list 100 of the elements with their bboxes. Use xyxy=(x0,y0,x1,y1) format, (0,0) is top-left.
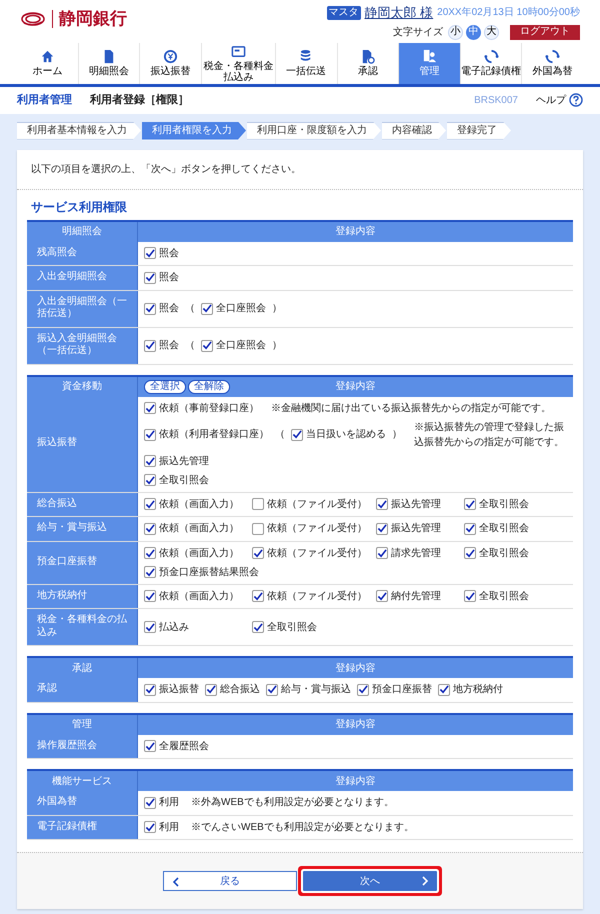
checkbox[interactable] xyxy=(376,522,388,535)
row-label: 操作履歴照会 xyxy=(27,734,137,758)
user-board-icon xyxy=(422,49,437,64)
nav-tab[interactable]: 税金・各種料金払込み xyxy=(200,42,275,84)
font-size-button[interactable]: 小 xyxy=(448,24,463,40)
row-label: 総合振込 xyxy=(27,492,137,516)
note-text: ※振込振替先の管理で登録した振込振替先からの指定が可能です。 xyxy=(414,420,565,450)
checkbox[interactable] xyxy=(252,498,264,510)
nav-tab[interactable]: 明細照会 xyxy=(78,42,140,84)
checkbox[interactable] xyxy=(144,272,156,284)
progress-step: 利用者基本情報を入力 xyxy=(17,122,141,140)
checkbox-label: 照会 xyxy=(159,246,179,261)
checkbox-label: 全取引照会 xyxy=(267,620,317,634)
checkbox-label: 全取引照会 xyxy=(479,522,529,536)
table-header: 登録内容 xyxy=(336,224,376,239)
checkbox[interactable] xyxy=(144,340,156,352)
checkbox[interactable] xyxy=(144,522,156,535)
checkbox-label: 依頼（画面入力） xyxy=(159,498,239,512)
checkbox[interactable] xyxy=(144,474,156,486)
font-size-button[interactable]: 大 xyxy=(484,24,499,40)
checkbox[interactable] xyxy=(144,247,156,260)
parenthesis-text: ） xyxy=(392,428,402,442)
next-button[interactable]: 次へ xyxy=(303,871,437,891)
checkbox[interactable] xyxy=(201,340,213,352)
select-all-button[interactable]: 全解除 xyxy=(188,380,230,394)
checkbox[interactable] xyxy=(205,684,217,696)
home-icon xyxy=(40,49,55,64)
checkbox[interactable] xyxy=(144,590,156,602)
checkbox-label: 利用 xyxy=(159,796,179,810)
circular-arrows-icon xyxy=(545,49,560,64)
checkbox-label: 依頼（ファイル受付） xyxy=(267,522,367,536)
checkbox[interactable] xyxy=(144,302,156,314)
nav-tab[interactable]: 振込振替 xyxy=(139,42,201,84)
checkbox-label: 振込先管理 xyxy=(159,454,209,468)
back-button[interactable]: 戻る xyxy=(163,871,297,891)
checkbox[interactable] xyxy=(144,547,156,559)
help-link[interactable]: ヘルプ xyxy=(536,92,583,108)
checkbox-label: 照会 xyxy=(159,302,179,316)
row-label: 承認 xyxy=(27,678,137,702)
checkbox[interactable] xyxy=(144,796,156,809)
checkbox-label: 依頼（ファイル受付） xyxy=(267,590,367,604)
checkbox[interactable] xyxy=(144,740,156,752)
checkbox-label: 依頼（ファイル受付） xyxy=(267,546,367,560)
row-label: 預金口座振替 xyxy=(27,542,137,584)
note-text: ※金融機関に届け出ている振込振替先からの指定が可能です。 xyxy=(271,402,552,416)
checkbox[interactable] xyxy=(144,402,156,414)
table-header: 機能サービス xyxy=(27,771,137,791)
checkbox-label: 利用 xyxy=(159,820,179,835)
checkbox-label: 依頼（画面入力） xyxy=(159,590,239,604)
nav-tab[interactable]: ホーム xyxy=(17,42,78,84)
row-label: 入出金明細照会（一括伝送） xyxy=(27,290,137,326)
checkbox[interactable] xyxy=(464,547,476,559)
checkbox[interactable] xyxy=(266,684,278,696)
checkbox[interactable] xyxy=(144,498,156,510)
checkbox[interactable] xyxy=(376,498,388,510)
checkbox[interactable] xyxy=(376,590,388,602)
checkbox[interactable] xyxy=(291,428,303,440)
checkbox[interactable] xyxy=(144,821,156,834)
master-badge: マスタ xyxy=(326,6,361,20)
checkbox[interactable] xyxy=(438,684,450,696)
checkbox[interactable] xyxy=(201,302,213,314)
select-all-button[interactable]: 全選択 xyxy=(144,380,186,394)
checkbox[interactable] xyxy=(252,522,264,535)
checkbox[interactable] xyxy=(252,547,264,559)
checkbox-label: 預金口座振替結果照会 xyxy=(159,566,259,580)
checkbox[interactable] xyxy=(464,590,476,602)
checkbox[interactable] xyxy=(144,684,156,696)
section-heading: サービス利用権限 xyxy=(30,198,128,216)
checkbox-label: 全取引照会 xyxy=(479,546,529,560)
checkbox-label: 地方税納付 xyxy=(453,682,503,698)
checkbox[interactable] xyxy=(357,684,369,696)
nav-tab[interactable]: 電子記録債権 xyxy=(460,42,522,84)
nav-tab[interactable]: 外国為替 xyxy=(521,42,583,84)
row-label: 給与・賞与振込 xyxy=(27,517,137,540)
section-title: 利用者管理 xyxy=(17,92,72,108)
checkbox-label: 照会 xyxy=(159,339,179,353)
note-text: ※でんさいWEBでも利用設定が必要となります。 xyxy=(191,820,415,835)
checkbox[interactable] xyxy=(252,590,264,602)
chevron-right-icon xyxy=(422,876,429,886)
checkbox-label: 全取引照会 xyxy=(159,474,209,488)
checkbox[interactable] xyxy=(144,455,156,467)
table-header: 管理 xyxy=(27,714,137,734)
logout-button[interactable]: ログアウト xyxy=(510,24,580,40)
row-label: 外国為替 xyxy=(27,791,137,814)
parenthesis-text: ） xyxy=(272,339,282,353)
checkbox-label: 振込先管理 xyxy=(391,522,441,536)
user-name: 静岡太郎 様 xyxy=(364,4,434,22)
table-header: 登録内容 xyxy=(336,662,376,676)
chevron-left-icon xyxy=(172,877,179,887)
checkbox[interactable] xyxy=(464,522,476,535)
nav-tab[interactable]: 管理 xyxy=(398,42,460,84)
table-header: 登録内容 xyxy=(336,774,376,788)
checkbox[interactable] xyxy=(144,566,156,578)
nav-tab[interactable]: 一括伝送 xyxy=(274,42,336,84)
checkbox[interactable] xyxy=(144,428,156,440)
checkbox[interactable] xyxy=(252,621,264,633)
checkbox[interactable] xyxy=(144,621,156,633)
font-size-button[interactable]: 中 xyxy=(466,24,481,40)
checkbox[interactable] xyxy=(376,547,388,559)
checkbox[interactable] xyxy=(464,498,476,510)
